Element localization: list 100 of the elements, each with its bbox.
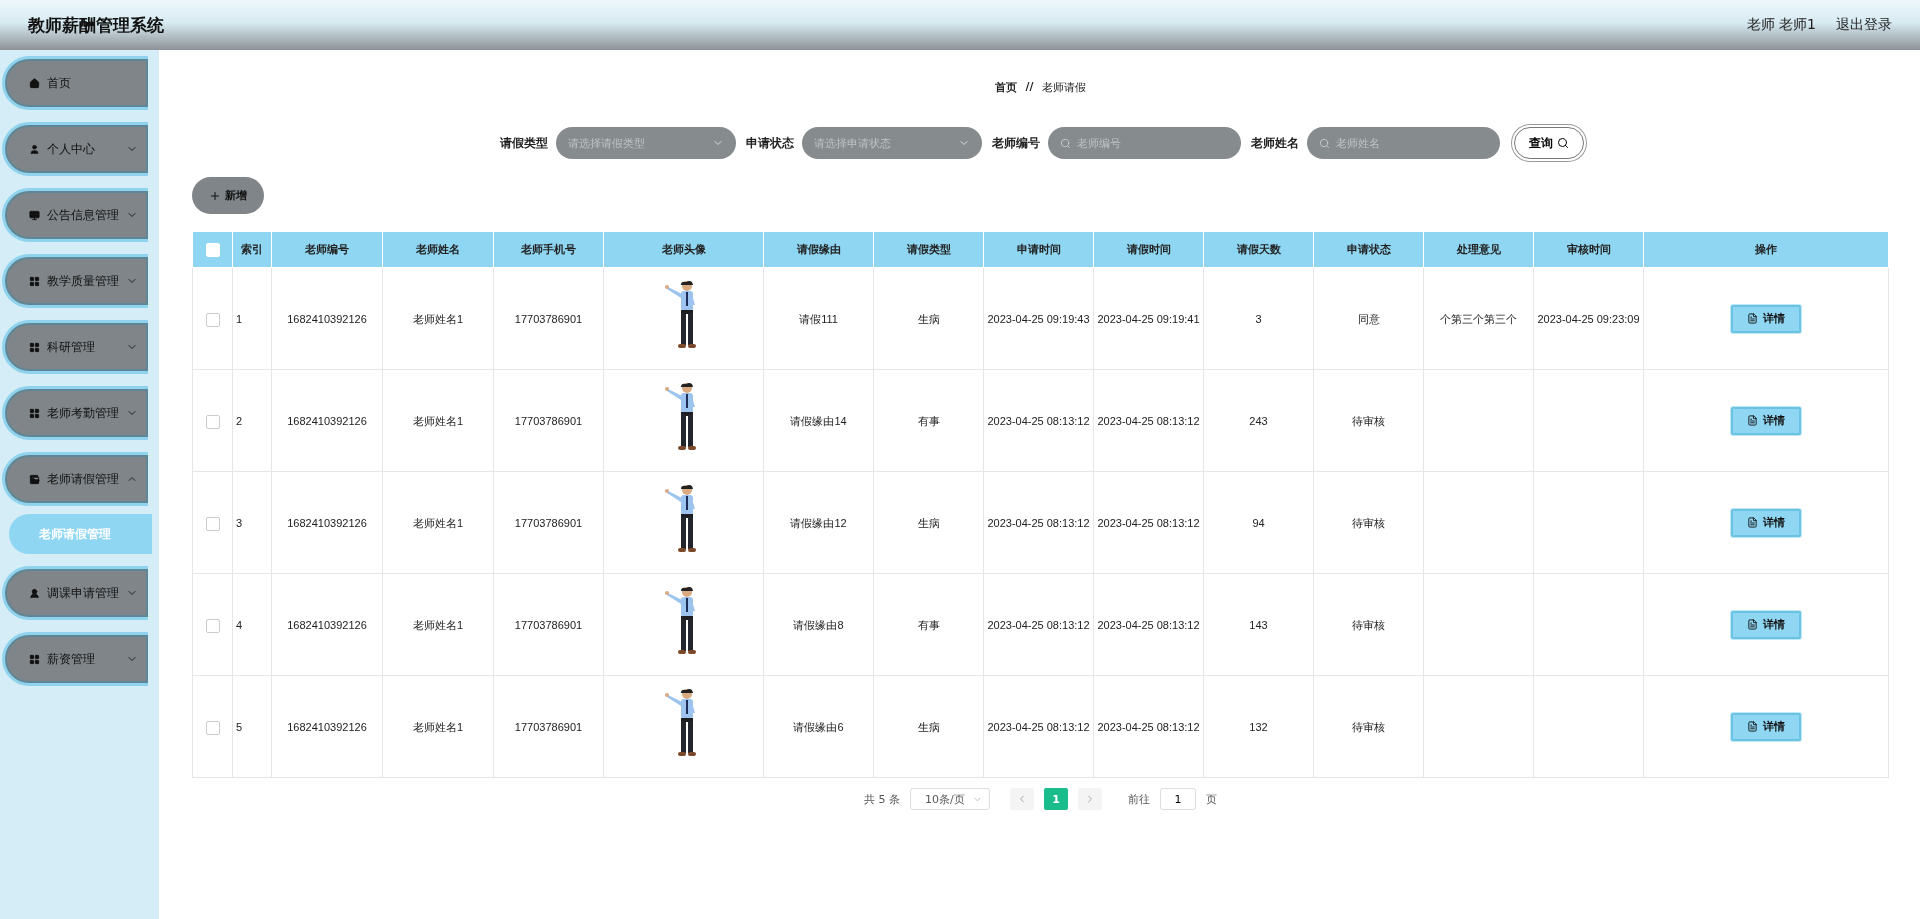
field-label: 老师姓名 <box>1250 134 1299 152</box>
details-button[interactable]: 详情 <box>1731 610 1801 639</box>
table-cell: 同意 <box>1313 267 1424 370</box>
table-cell: 17703786901 <box>493 471 604 574</box>
total-count: 共 5 条 <box>864 791 900 807</box>
table-cell: 待审核 <box>1313 369 1424 472</box>
document-icon <box>1747 517 1758 528</box>
table-cell: 143 <box>1203 573 1314 676</box>
app-title: 教师薪酬管理系统 <box>28 13 164 37</box>
search-icon <box>1059 137 1071 149</box>
table-cell: 有事 <box>873 369 984 472</box>
table-cell: 2023-04-25 08:13:12 <box>1093 369 1204 472</box>
goto-label: 前往 <box>1128 791 1150 807</box>
table-cell: 17703786901 <box>493 675 604 778</box>
table-cell: 老师姓名1 <box>382 675 494 778</box>
column-header: 请假时间 <box>1093 231 1204 268</box>
page-size-select[interactable]: 10条/页 <box>910 788 990 810</box>
table-cell: 4 <box>232 573 272 676</box>
field-label: 请假类型 <box>499 134 548 152</box>
column-header: 老师姓名 <box>382 231 494 268</box>
grid-icon <box>29 653 40 665</box>
checkbox[interactable] <box>205 720 220 735</box>
grid-icon <box>29 275 40 287</box>
table-cell: 生病 <box>873 675 984 778</box>
table-cell: 243 <box>1203 369 1314 472</box>
sidebar-item[interactable]: 调课申请管理 <box>2 566 148 620</box>
search-icon <box>1318 137 1330 149</box>
breadcrumb-separator: // <box>1025 80 1034 95</box>
sidebar-item[interactable]: 公告信息管理 <box>2 188 148 242</box>
query-button[interactable]: 查询 <box>1513 127 1584 159</box>
document-icon <box>1747 313 1758 324</box>
column-header: 申请状态 <box>1313 231 1424 268</box>
sidebar-item[interactable]: 首页 <box>2 56 148 110</box>
page-input[interactable]: 1 <box>1160 788 1196 810</box>
plus-icon <box>209 189 221 202</box>
sidebar-item[interactable]: 教学质量管理 <box>2 254 148 308</box>
sidebar-item[interactable]: 个人中心 <box>2 122 148 176</box>
table-cell: 老师姓名1 <box>382 573 494 676</box>
table-cell: 待审核 <box>1313 573 1424 676</box>
checkbox[interactable] <box>205 414 220 429</box>
table-cell: 有事 <box>873 573 984 676</box>
table-cell: 2023-04-25 09:23:09 <box>1533 267 1644 370</box>
column-header: 操作 <box>1643 231 1889 268</box>
table-cell: 2023-04-25 09:19:41 <box>1093 267 1204 370</box>
grid-icon <box>29 407 40 419</box>
table-cell: 1682410392126 <box>271 471 383 574</box>
column-header: 请假天数 <box>1203 231 1314 268</box>
document-icon <box>1747 619 1758 630</box>
table-cell: 17703786901 <box>493 573 604 676</box>
column-header: 老师头像 <box>603 231 764 268</box>
table-cell: 17703786901 <box>493 369 604 472</box>
table-cell: 请假111 <box>763 267 874 370</box>
checkbox[interactable] <box>205 618 220 633</box>
table-cell: 待审核 <box>1313 675 1424 778</box>
logout-link[interactable]: 退出登录 <box>1836 16 1892 34</box>
table-cell: 请假缘由14 <box>763 369 874 472</box>
table-cell: 3 <box>232 471 272 574</box>
column-header: 审核时间 <box>1533 231 1644 268</box>
column-header: 处理意见 <box>1423 231 1534 268</box>
prev-page-button[interactable] <box>1010 788 1034 810</box>
column-header: 老师手机号 <box>493 231 604 268</box>
sidebar-item[interactable]: 老师考勤管理 <box>2 386 148 440</box>
column-header: 索引 <box>232 231 272 268</box>
home-icon <box>29 77 40 89</box>
breadcrumb-item[interactable]: 首页 <box>995 80 1018 95</box>
table-cell: 个第三个第三个 <box>1423 267 1534 370</box>
checkbox[interactable] <box>205 516 220 531</box>
table-cell: 1682410392126 <box>271 267 383 370</box>
add-button[interactable]: 新增 <box>192 177 264 214</box>
table-cell: 请假缘由12 <box>763 471 874 574</box>
table-cell: 2023-04-25 08:13:12 <box>983 573 1094 676</box>
next-page-button[interactable] <box>1078 788 1102 810</box>
table-cell: 请假缘由8 <box>763 573 874 676</box>
column-header: 申请时间 <box>983 231 1094 268</box>
table-cell: 2 <box>232 369 272 472</box>
details-button[interactable]: 详情 <box>1731 406 1801 435</box>
table-cell: 1682410392126 <box>271 675 383 778</box>
table-cell: 生病 <box>873 267 984 370</box>
wallet-icon <box>29 473 40 485</box>
table-cell: 1682410392126 <box>271 369 383 472</box>
field-label: 老师编号 <box>991 134 1040 152</box>
table-cell: 生病 <box>873 471 984 574</box>
details-button[interactable]: 详情 <box>1731 304 1801 333</box>
table-cell: 1682410392126 <box>271 573 383 676</box>
sidebar-item[interactable]: 科研管理 <box>2 320 148 374</box>
sidebar-item[interactable]: 老师请假管理 <box>2 452 148 506</box>
checkbox[interactable] <box>205 312 220 327</box>
details-button[interactable]: 详情 <box>1731 712 1801 741</box>
document-icon <box>1747 415 1758 426</box>
page-suffix: 页 <box>1206 791 1217 807</box>
table-cell: 老师姓名1 <box>382 471 494 574</box>
details-button[interactable]: 详情 <box>1731 508 1801 537</box>
table-cell: 待审核 <box>1313 471 1424 574</box>
table-cell: 2023-04-25 08:13:12 <box>983 471 1094 574</box>
table-cell: 老师姓名1 <box>382 369 494 472</box>
search-icon <box>1556 137 1569 149</box>
sidebar-item[interactable]: 薪资管理 <box>2 632 148 686</box>
table-cell: 2023-04-25 08:13:12 <box>983 675 1094 778</box>
table-cell: 3 <box>1203 267 1314 370</box>
table-cell: 2023-04-25 09:19:43 <box>983 267 1094 370</box>
